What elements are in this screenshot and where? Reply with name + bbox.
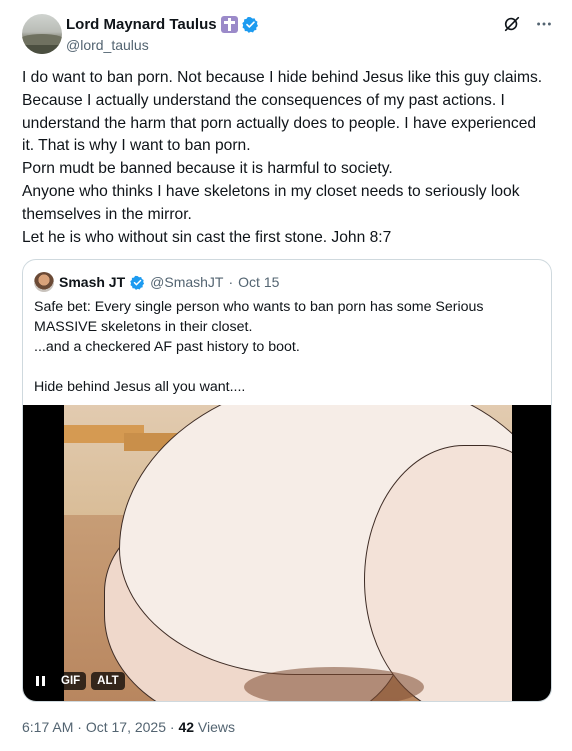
- tweet-line: Porn mudt be banned because it is harmfu…: [22, 160, 393, 178]
- tweet-line: Anyone who thinks I have skeletons in my…: [22, 182, 520, 223]
- quote-date[interactable]: Oct 15: [238, 274, 279, 290]
- quote-line: [34, 357, 539, 377]
- quote-text: Safe bet: Every single person who wants …: [34, 297, 539, 397]
- tweet-text: I do want to ban porn. Not because I hid…: [22, 67, 552, 249]
- pause-icon[interactable]: [30, 671, 50, 691]
- verified-check-icon: [130, 275, 145, 290]
- tweet-meta: 6:17 AM · Oct 17, 2025 · 42 Views: [22, 719, 235, 735]
- tweet-line: Let he is who without sin cast the first…: [22, 228, 392, 246]
- meta-separator: ·: [169, 719, 175, 735]
- views-label: Views: [197, 719, 236, 735]
- gif-controls: GIF ALT: [30, 671, 125, 691]
- author-display-name[interactable]: Lord Maynard Taulus: [66, 16, 217, 33]
- quote-line: ...and a checkered AF past history to bo…: [34, 339, 300, 355]
- gif-media[interactable]: GIF ALT: [23, 405, 551, 701]
- gif-badge: GIF: [55, 672, 87, 690]
- quote-handle[interactable]: @SmashJT: [150, 274, 223, 290]
- tweet-top-actions: [502, 14, 554, 34]
- more-icon[interactable]: [534, 14, 554, 34]
- quote-header: Smash JT @SmashJT · Oct 15: [34, 272, 279, 292]
- quote-avatar[interactable]: [34, 272, 54, 292]
- tweet-line: I do want to ban porn. Not because I hid…: [22, 69, 543, 155]
- tweet-time[interactable]: 6:17 AM: [22, 719, 73, 735]
- quote-line: Safe bet: Every single person who wants …: [34, 299, 484, 335]
- meta-separator: ·: [77, 719, 82, 735]
- tweet-header: Lord Maynard Taulus @lord_taulus: [22, 14, 554, 58]
- grok-icon[interactable]: [502, 14, 522, 34]
- author-avatar[interactable]: [22, 14, 62, 54]
- author-handle[interactable]: @lord_taulus: [66, 37, 149, 53]
- quoted-tweet[interactable]: Smash JT @SmashJT · Oct 15 Safe bet: Eve…: [22, 259, 552, 702]
- quote-separator: ·: [228, 274, 234, 290]
- views-count[interactable]: 42: [178, 719, 194, 735]
- cross-badge-icon: [220, 16, 238, 33]
- author-name-row: Lord Maynard Taulus: [66, 16, 259, 33]
- gif-frame: [64, 405, 512, 701]
- tweet-date[interactable]: Oct 17, 2025: [86, 719, 166, 735]
- alt-button[interactable]: ALT: [91, 672, 125, 690]
- quote-line: Hide behind Jesus all you want....: [34, 379, 246, 395]
- verified-check-icon[interactable]: [241, 16, 259, 33]
- quote-display-name[interactable]: Smash JT: [59, 274, 125, 290]
